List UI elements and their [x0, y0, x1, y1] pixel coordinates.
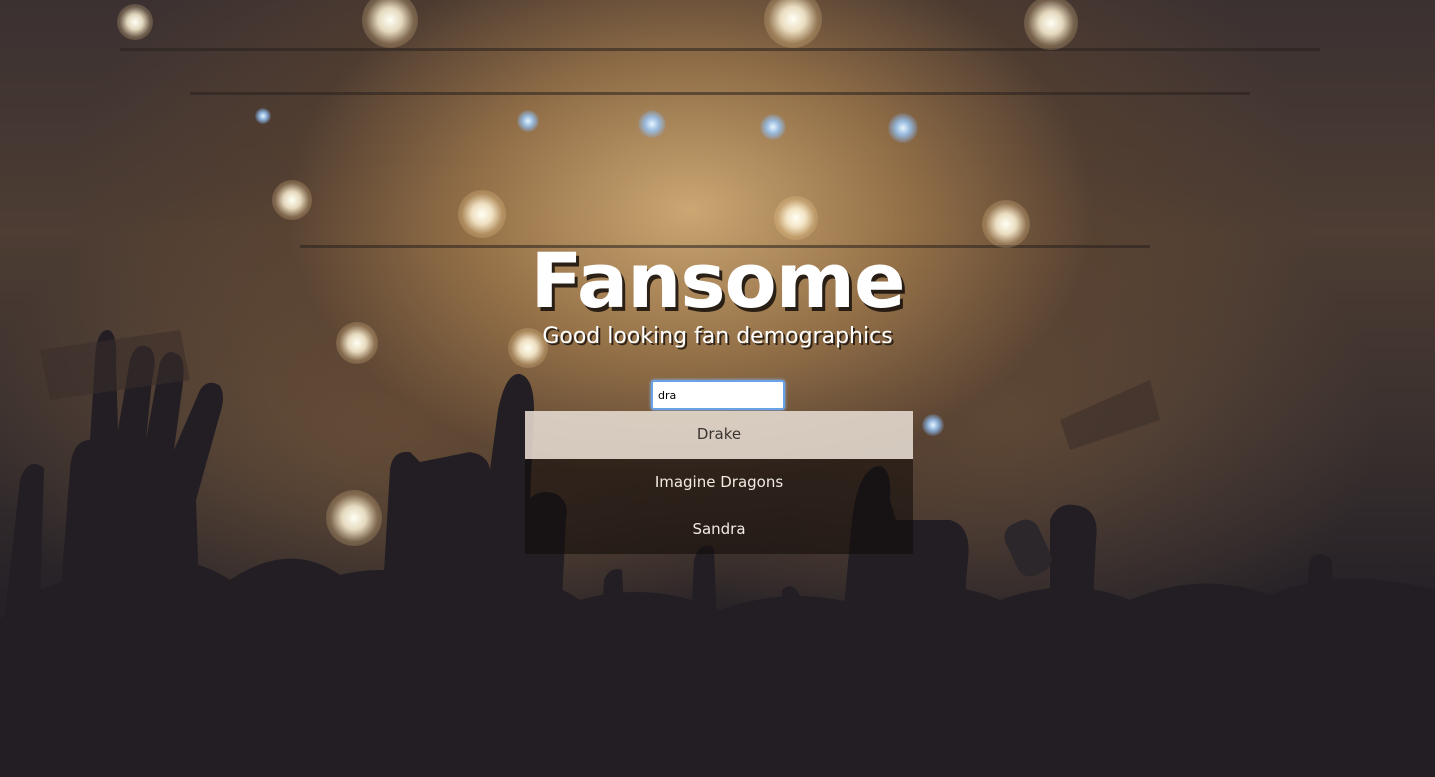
autocomplete-list: Drake Imagine Dragons Sandra [525, 411, 913, 554]
app-title: Fansome [530, 236, 905, 325]
hero-background: Fansome Good looking fan demographics Dr… [0, 0, 1435, 777]
autocomplete-item-imagine-dragons[interactable]: Imagine Dragons [525, 458, 913, 506]
autocomplete-item-sandra[interactable]: Sandra [525, 506, 913, 554]
autocomplete-item-drake[interactable]: Drake [525, 411, 913, 459]
artist-search-input[interactable] [651, 380, 785, 410]
app-tagline: Good looking fan demographics [542, 324, 893, 349]
